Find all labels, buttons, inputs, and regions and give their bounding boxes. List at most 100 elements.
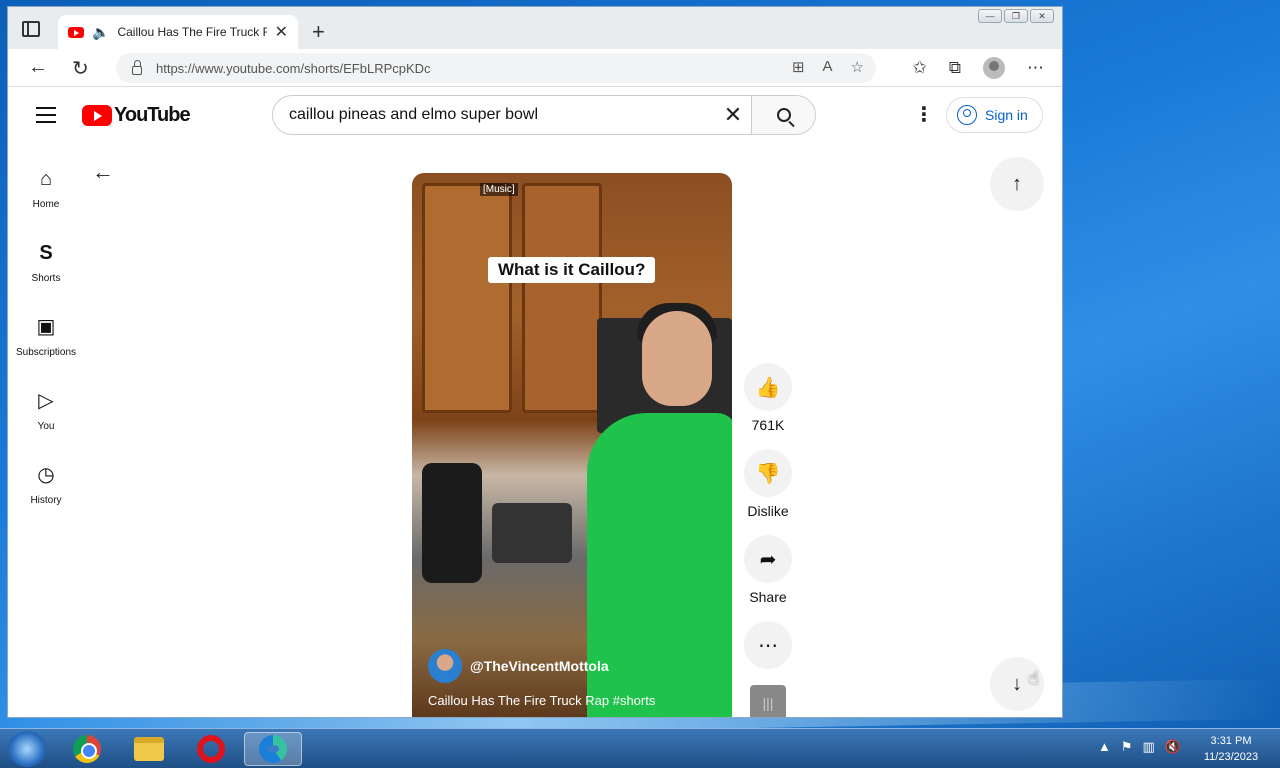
caption-main: What is it Caillou?: [488, 257, 656, 283]
taskbar-edge[interactable]: [244, 732, 302, 766]
tab-close-icon[interactable]: ✕: [275, 22, 288, 42]
youtube-logo[interactable]: YouTube: [82, 104, 191, 127]
dislike-button[interactable]: 👎: [744, 449, 792, 497]
new-tab-icon[interactable]: +: [312, 19, 325, 45]
search-input[interactable]: [273, 96, 715, 134]
chrome-icon: [73, 735, 101, 763]
youtube-page: YouTube ✕ ⋮ Sign in ⌂ Home S Shorts ▣ Su…: [8, 87, 1062, 717]
collections-icon[interactable]: ⧉: [949, 58, 961, 78]
tab-actions-icon[interactable]: [22, 21, 40, 37]
flag-icon[interactable]: ⚑: [1121, 739, 1133, 755]
folder-icon: [134, 737, 164, 761]
share-button[interactable]: ➦: [744, 535, 792, 583]
youtube-favicon-icon: [68, 26, 84, 38]
taskbar-chrome[interactable]: [58, 732, 116, 766]
like-action: 👍 761K: [744, 363, 792, 433]
speaker-icon[interactable]: 🔈: [92, 24, 109, 41]
favorites-icon[interactable]: ✩: [913, 58, 927, 78]
edge-icon: [259, 735, 287, 763]
refresh-icon[interactable]: ↻: [72, 56, 89, 81]
share-label: Share: [749, 589, 787, 605]
tab-bar: 🔈 Caillou Has The Fire Truck Rap #shorts…: [8, 7, 1062, 49]
url-text[interactable]: https://www.youtube.com/shorts/EFbLRPcpK…: [156, 61, 431, 76]
share-action: ➦ Share: [744, 535, 792, 605]
video-frame-toaster: [492, 503, 572, 563]
add-favorite-icon[interactable]: ☆: [851, 58, 864, 76]
youtube-logo-text: YouTube: [114, 104, 191, 126]
start-button[interactable]: [8, 731, 46, 767]
tab-title: Caillou Has The Fire Truck Rap #shorts -…: [117, 25, 266, 39]
menu-icon[interactable]: [36, 107, 56, 128]
like-count: 761K: [751, 417, 785, 433]
maximize-button[interactable]: ❐: [1004, 9, 1028, 23]
system-tray: ▲ ⚑ ▥ 🔇: [1098, 739, 1181, 755]
dislike-label: Dislike: [747, 503, 789, 519]
subscriptions-icon: ▣: [36, 316, 56, 338]
more-actions-button[interactable]: ⋯: [744, 621, 792, 669]
video-frame-cabinet: [522, 183, 602, 413]
browser-tab-active[interactable]: 🔈 Caillou Has The Fire Truck Rap #shorts…: [58, 15, 298, 49]
close-window-button[interactable]: ✕: [1030, 9, 1054, 23]
read-aloud-icon[interactable]: A: [823, 58, 833, 76]
taskbar-file-explorer[interactable]: [120, 732, 178, 766]
settings-menu-icon[interactable]: ⋮: [914, 105, 934, 125]
video-frame-person-head: [642, 311, 712, 406]
guide-item-shorts[interactable]: S Shorts: [8, 231, 84, 305]
profile-avatar-icon[interactable]: [983, 57, 1005, 79]
channel-info[interactable]: @TheVincentMottola: [428, 649, 609, 683]
network-icon[interactable]: ▥: [1143, 739, 1155, 755]
url-field[interactable]: https://www.youtube.com/shorts/EFbLRPcpK…: [116, 53, 876, 83]
sign-in-label: Sign in: [985, 107, 1028, 123]
short-title: Caillou Has The Fire Truck Rap #shorts: [428, 693, 656, 708]
browser-toolbar: ✩ ⧉ ⋯: [913, 57, 1044, 79]
sign-in-button[interactable]: Sign in: [946, 97, 1043, 133]
opera-icon: [197, 735, 225, 763]
browser-window: 🔈 Caillou Has The Fire Truck Rap #shorts…: [7, 6, 1063, 718]
minimize-button[interactable]: —: [978, 9, 1002, 23]
sound-thumbnail[interactable]: |||: [750, 685, 786, 717]
home-icon: ⌂: [39, 168, 53, 190]
app-available-icon[interactable]: ⊞: [792, 58, 805, 76]
dislike-action: 👎 Dislike: [744, 449, 792, 519]
history-icon: ◷: [37, 464, 55, 486]
taskbar-opera[interactable]: [182, 732, 240, 766]
youtube-logo-icon: [82, 105, 112, 126]
guide-item-home[interactable]: ⌂ Home: [8, 157, 84, 231]
back-arrow-icon[interactable]: ←: [92, 159, 114, 185]
video-frame-coffee-maker: [422, 463, 482, 583]
address-bar: ← ↻ https://www.youtube.com/shorts/EFbLR…: [8, 49, 1062, 87]
arrow-up-icon: ↑: [1012, 172, 1022, 195]
more-menu-icon[interactable]: ⋯: [1027, 58, 1044, 78]
short-actions: 👍 761K 👎 Dislike ➦ Share ⋯ |||: [744, 363, 792, 717]
lock-icon[interactable]: [132, 59, 142, 75]
guide-label: You: [37, 421, 55, 432]
guide-label: Home: [32, 199, 60, 210]
volume-muted-icon[interactable]: 🔇: [1165, 739, 1181, 755]
more-action: ⋯: [744, 621, 792, 669]
guide-item-subscriptions[interactable]: ▣ Subscriptions: [8, 305, 84, 379]
clock-date: 11/23/2023: [1203, 751, 1259, 763]
guide-item-history[interactable]: ◷ History: [8, 453, 84, 527]
guide-label: Shorts: [31, 273, 61, 284]
search-button[interactable]: [751, 96, 815, 134]
video-frame-cabinet: [422, 183, 512, 413]
guide-item-you[interactable]: ▷ You: [8, 379, 84, 453]
channel-avatar[interactable]: [428, 649, 462, 683]
caption-music: [Music]: [480, 183, 518, 196]
like-button[interactable]: 👍: [744, 363, 792, 411]
clear-search-icon[interactable]: ✕: [715, 102, 751, 128]
guide-label: Subscriptions: [15, 347, 77, 358]
tray-expand-icon[interactable]: ▲: [1098, 739, 1111, 755]
mouse-cursor-icon: ☝: [1028, 668, 1039, 688]
short-video-player[interactable]: [Music] What is it Caillou? @TheVincentM…: [412, 173, 732, 717]
url-actions: ⊞ A ☆: [792, 58, 864, 76]
search-box: ✕: [272, 95, 816, 135]
clock-time: 3:31 PM: [1210, 735, 1252, 747]
previous-short-button[interactable]: ↑: [990, 157, 1044, 211]
account-icon: [957, 105, 977, 125]
channel-name[interactable]: @TheVincentMottola: [470, 658, 609, 674]
search-icon: [776, 108, 791, 122]
clock[interactable]: 3:31 PM 11/23/2023: [1196, 733, 1266, 765]
you-icon: ▷: [38, 390, 54, 412]
back-icon[interactable]: ←: [28, 56, 48, 79]
